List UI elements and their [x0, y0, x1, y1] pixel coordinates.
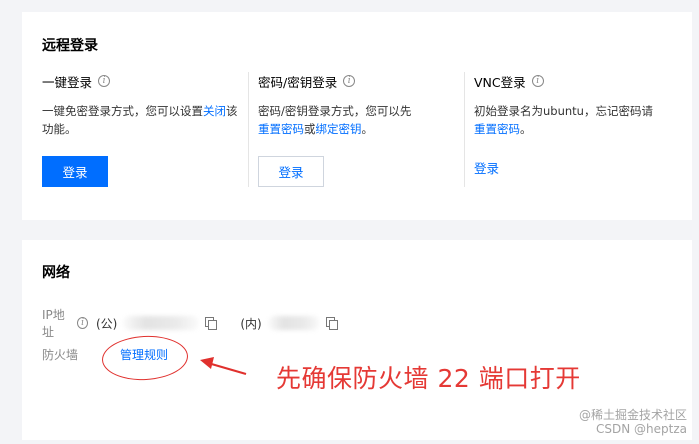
page: 远程登录 一键登录 i 一键免密登录方式，您可以设置关闭该功能。 登录 密码/密…	[0, 0, 699, 444]
password-login-section: 密码/密钥登录 i 密码/密钥登录方式，您可以先 重置密码或绑定密钥。 登录	[258, 72, 463, 190]
public-ip-value-redacted	[123, 316, 200, 330]
divider	[464, 72, 465, 187]
private-ip-label: (内)	[240, 316, 262, 331]
info-icon[interactable]: i	[531, 75, 544, 87]
ip-address-label-wrap: IP地址 i	[42, 306, 88, 340]
firewall-label: 防火墙	[42, 348, 79, 362]
vnc-login-desc: 初始登录名为ubuntu，忘记密码请 重置密码。	[474, 102, 674, 138]
password-desc-end: 。	[361, 122, 374, 136]
remote-login-card: 远程登录 一键登录 i 一键免密登录方式，您可以设置关闭该功能。 登录 密码/密…	[22, 12, 692, 220]
watermark-line-1: @稀土掘金技术社区	[578, 408, 687, 422]
one-click-login-button[interactable]: 登录	[42, 156, 108, 187]
password-desc-text: 密码/密钥登录方式，您可以先	[258, 104, 412, 118]
password-login-button[interactable]: 登录	[258, 156, 324, 187]
watermark: @稀土掘金技术社区 CSDN @heptza	[579, 408, 687, 436]
divider	[248, 72, 249, 187]
info-icon[interactable]: i	[343, 75, 356, 87]
one-click-login-label: 一键登录	[42, 74, 93, 90]
ip-address-label: IP地址	[42, 308, 65, 339]
private-ip-value-redacted	[267, 316, 320, 330]
vnc-login-label: VNC登录	[474, 74, 526, 90]
password-login-desc: 密码/密钥登录方式，您可以先 重置密码或绑定密钥。	[258, 102, 458, 138]
password-login-label: 密码/密钥登录	[258, 74, 338, 90]
vnc-desc-end: 。	[520, 122, 532, 136]
ip-address-row: IP地址 i (公) (内)	[42, 306, 338, 340]
info-icon[interactable]: i	[98, 75, 111, 87]
info-icon[interactable]: i	[77, 317, 88, 329]
vnc-login-heading: VNC登录 i	[474, 72, 679, 90]
bind-key-link[interactable]: 绑定密钥	[316, 122, 362, 136]
vnc-reset-password-link[interactable]: 重置密码	[474, 122, 520, 136]
one-click-login-desc: 一键免密登录方式，您可以设置关闭该功能。	[42, 102, 242, 138]
copy-icon[interactable]	[325, 317, 338, 330]
vnc-login-link[interactable]: 登录	[474, 158, 499, 177]
one-click-desc-text: 一键免密登录方式，您可以设置	[42, 104, 203, 118]
vnc-desc-text: 初始登录名为ubuntu，忘记密码请	[474, 104, 653, 118]
disable-link[interactable]: 关闭	[203, 104, 226, 118]
one-click-login-section: 一键登录 i 一键免密登录方式，您可以设置关闭该功能。 登录	[42, 72, 247, 190]
vnc-login-section: VNC登录 i 初始登录名为ubuntu，忘记密码请 重置密码。 登录	[474, 72, 679, 190]
reset-password-link[interactable]: 重置密码	[258, 122, 304, 136]
annotation-arrow-icon	[200, 357, 247, 376]
password-login-heading: 密码/密钥登录 i	[258, 72, 463, 90]
password-desc-or: 或	[304, 122, 316, 136]
watermark-line-2: CSDN @heptza	[596, 422, 687, 436]
copy-icon[interactable]	[205, 317, 218, 330]
public-ip-label: (公)	[96, 316, 118, 331]
network-title: 网络	[42, 265, 70, 281]
one-click-login-heading: 一键登录 i	[42, 72, 247, 90]
remote-login-title: 远程登录	[42, 38, 98, 54]
annotation-text: 先确保防火墙 22 端口打开	[276, 364, 581, 393]
